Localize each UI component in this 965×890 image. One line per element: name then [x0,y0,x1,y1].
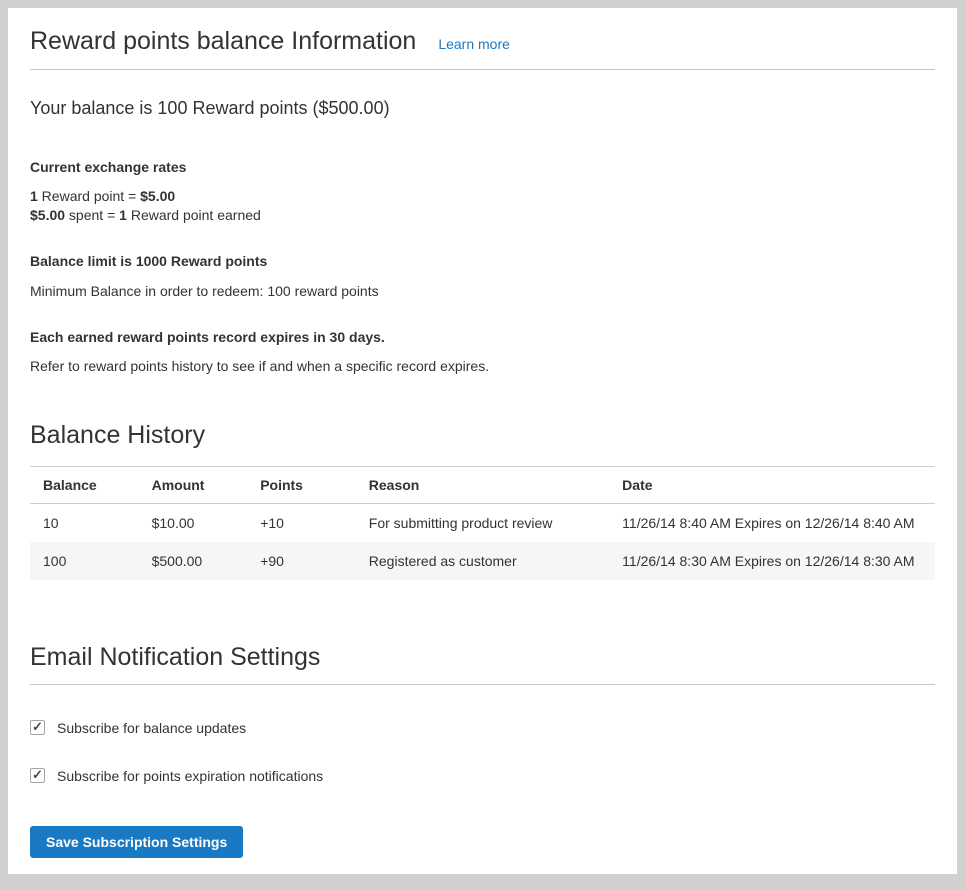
column-header-points: Points [247,466,356,503]
cell-date: 11/26/14 8:40 AM Expires on 12/26/14 8:4… [609,503,935,542]
balance-limit-text: Balance limit is 1000 Reward points [30,252,935,271]
balance-history-title: Balance History [30,420,935,450]
page-header: Reward points balance Information Learn … [30,26,935,70]
email-settings-header: Email Notification Settings [30,642,935,685]
cell-date: 11/26/14 8:30 AM Expires on 12/26/14 8:3… [609,542,935,580]
expiration-notifications-checkbox[interactable] [30,768,45,783]
spend-money-value: $5.00 [30,207,65,223]
table-header-row: Balance Amount Points Reason Date [30,466,935,503]
expiry-rule-text: Each earned reward points record expires… [30,328,935,347]
rate-line-earn: 1 Reward point = $5.00 [30,188,175,204]
balance-updates-label[interactable]: Subscribe for balance updates [57,720,246,736]
spend-line-text: spent = [65,207,119,223]
expiration-notifications-label[interactable]: Subscribe for points expiration notifica… [57,768,323,784]
balance-history-table: Balance Amount Points Reason Date 10 $10… [30,466,935,580]
expiry-note-text: Refer to reward points history to see if… [30,357,935,376]
rate-points-value: 1 [30,188,38,204]
cell-reason: For submitting product review [356,503,609,542]
minimum-balance-text: Minimum Balance in order to redeem: 100 … [30,282,935,301]
column-header-balance: Balance [30,466,139,503]
save-subscription-settings-button[interactable]: Save Subscription Settings [30,826,243,858]
page-background: { "page": { "title": "Reward points bala… [0,8,965,890]
cell-reason: Registered as customer [356,542,609,580]
email-settings-title: Email Notification Settings [30,642,320,672]
cell-points: +10 [247,503,356,542]
cell-points: +90 [247,542,356,580]
column-header-reason: Reason [356,466,609,503]
cell-balance: 100 [30,542,139,580]
rate-money-value: $5.00 [140,188,175,204]
balance-updates-checkbox[interactable] [30,720,45,735]
spend-points-value: 1 [119,207,127,223]
page-title: Reward points balance Information [30,26,416,56]
cell-amount: $10.00 [139,503,248,542]
cell-amount: $500.00 [139,542,248,580]
rate-line-spend: $5.00 spent = 1 Reward point earned [30,207,261,223]
column-header-amount: Amount [139,466,248,503]
balance-summary: Your balance is 100 Reward points ($500.… [30,98,935,120]
exchange-rates-heading: Current exchange rates [30,158,935,177]
table-row: 10 $10.00 +10 For submitting product rev… [30,503,935,542]
table-row: 100 $500.00 +90 Registered as customer 1… [30,542,935,580]
exchange-rate-lines: 1 Reward point = $5.00 $5.00 spent = 1 R… [30,187,935,225]
balance-updates-option: Subscribe for balance updates [30,720,935,736]
rate-line-text: Reward point = [38,188,140,204]
reward-points-card: Reward points balance Information Learn … [8,8,957,874]
learn-more-link[interactable]: Learn more [438,36,510,52]
column-header-date: Date [609,466,935,503]
spend-line-suffix: Reward point earned [127,207,261,223]
cell-balance: 10 [30,503,139,542]
expiration-notifications-option: Subscribe for points expiration notifica… [30,768,935,784]
